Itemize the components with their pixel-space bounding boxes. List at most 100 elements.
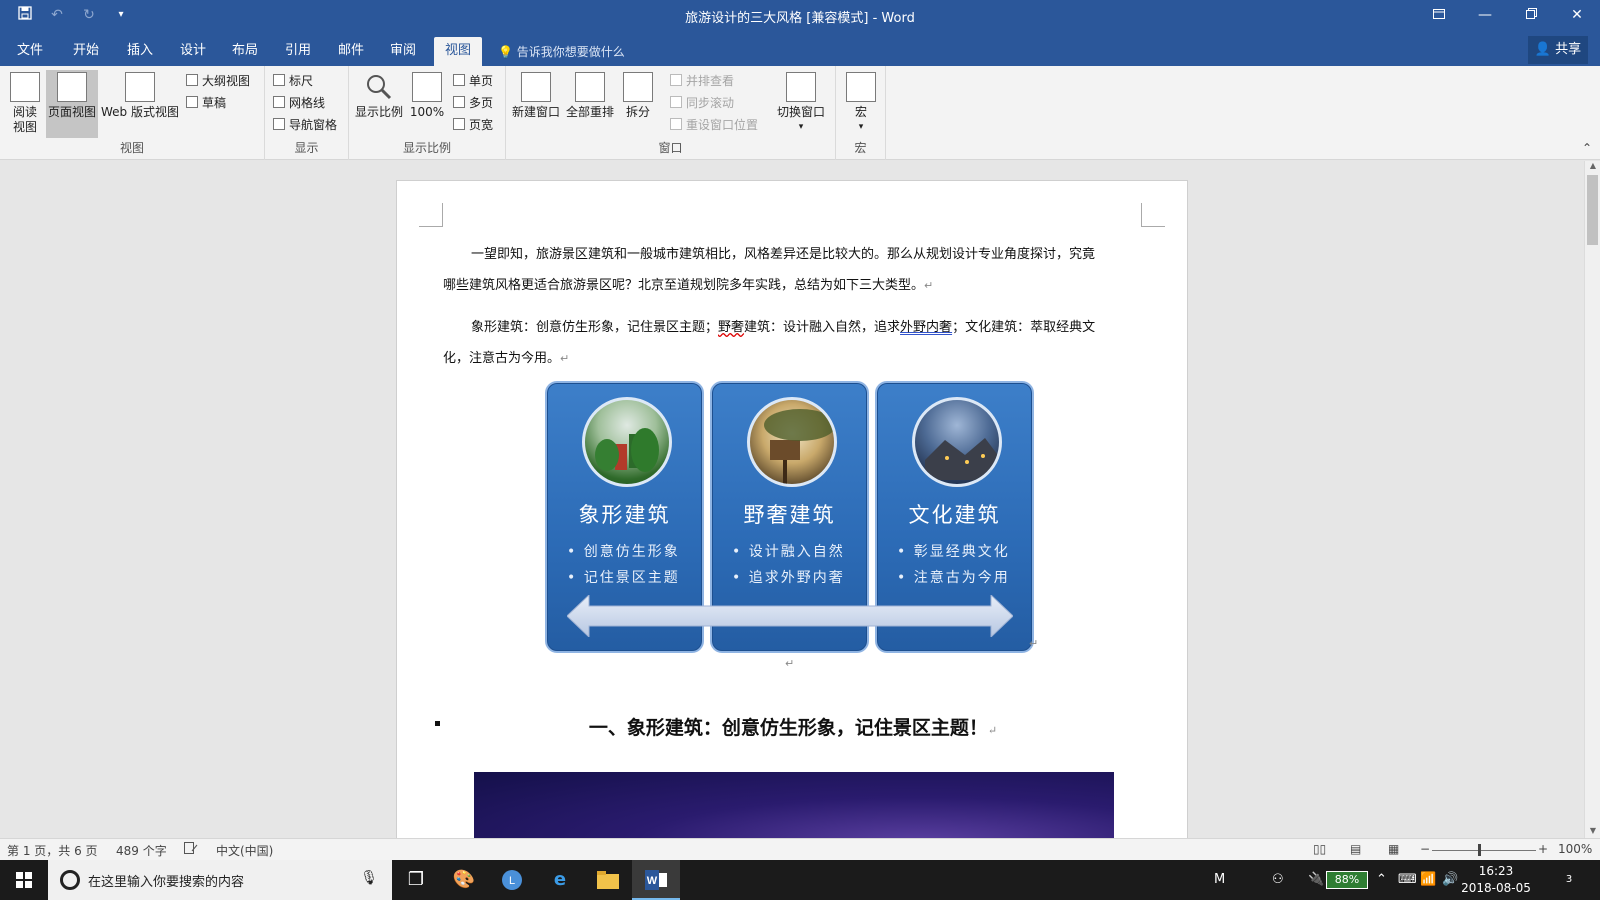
tab-references[interactable]: 引用 <box>276 37 320 66</box>
zoom-out-button[interactable]: − <box>1420 842 1430 856</box>
tab-layout[interactable]: 布局 <box>223 37 267 66</box>
outline-button[interactable]: 大纲视图 <box>186 70 250 90</box>
vertical-scrollbar[interactable]: ▲ ▼ <box>1584 161 1600 838</box>
word-app-icon[interactable]: W <box>632 860 680 900</box>
ruler-check-box <box>273 74 285 86</box>
group-macros: 宏 ▾ 宏 <box>836 66 886 160</box>
zoom-100-button[interactable]: 100% <box>407 70 447 120</box>
ruler-checkbox[interactable]: 标尺 <box>273 70 313 90</box>
chevron-up-icon[interactable]: ⌃ <box>1376 860 1387 900</box>
gridlines-label: 网格线 <box>289 95 326 110</box>
tab-mailings[interactable]: 邮件 <box>329 37 373 66</box>
taskbar-search[interactable]: 在这里输入你要搜索的内容 🎙 <box>48 860 392 900</box>
scroll-up-icon[interactable]: ▲ <box>1585 161 1600 173</box>
task-view-icon[interactable]: ❐ <box>392 860 440 900</box>
web-layout-status-icon[interactable]: ▦ <box>1388 842 1399 856</box>
windows-start-icon[interactable] <box>0 860 48 900</box>
paragraph-2-line-1: 象形建筑：创意仿生形象，记住景区主题；野奢建筑：设计融入自然，追求外野内奢；文化… <box>443 312 1143 343</box>
proofing-icon[interactable] <box>184 842 198 857</box>
tab-design[interactable]: 设计 <box>171 37 215 66</box>
tab-file[interactable]: 文件 <box>8 37 52 66</box>
group-views: 阅读 视图 页面视图 Web 版式视图 大纲视图 草稿 视图 <box>0 66 265 160</box>
scroll-down-icon[interactable]: ▼ <box>1585 826 1600 838</box>
restore-icon[interactable] <box>1508 0 1554 32</box>
paragraph-2[interactable]: 象形建筑：创意仿生形象，记住景区主题；野奢建筑：设计融入自然，追求外野内奢；文化… <box>443 312 1143 374</box>
zoom-slider-track[interactable] <box>1432 850 1536 851</box>
zoom-in-button[interactable]: + <box>1538 842 1548 856</box>
group-window: 新建窗口 全部重排 拆分 并排查看 同步滚动 重设窗口位置 切换窗口 ▾ 窗口 <box>506 66 836 160</box>
zoom-100-label: 100% <box>409 105 445 119</box>
reset-position-button[interactable]: 重设窗口位置 <box>670 114 758 134</box>
page-count[interactable]: 第 1 页，共 6 页 <box>7 842 98 859</box>
share-button[interactable]: 👤 共享 <box>1528 36 1588 64</box>
action-center-icon[interactable]: 3 <box>1556 870 1582 890</box>
ribbon-display-icon[interactable] <box>1416 0 1462 32</box>
paint-app-icon[interactable]: 🎨 <box>440 860 488 900</box>
card-1-bullet-2: • 记住景区主题 <box>567 570 680 586</box>
page-width-button[interactable]: 页宽 <box>453 114 493 134</box>
scroll-thumb[interactable] <box>1587 175 1598 245</box>
gridlines-check-box <box>273 96 285 108</box>
multi-page-label: 多页 <box>469 95 494 110</box>
people-icon[interactable]: ⚇ <box>1272 860 1284 900</box>
ribbon: 阅读 视图 页面视图 Web 版式视图 大纲视图 草稿 视图 标尺 网格线 导航… <box>0 66 1600 160</box>
tell-me-box[interactable]: 💡 告诉我你想要做什么 <box>498 43 625 60</box>
paragraph-2-line-2-text: 化，注意古为今用。 <box>443 351 561 366</box>
file-explorer-icon[interactable] <box>584 860 632 900</box>
battery-indicator[interactable]: 88% <box>1326 871 1368 889</box>
web-layout-button[interactable]: Web 版式视图 <box>100 70 180 120</box>
arrange-all-label: 全部重排 <box>565 105 614 119</box>
status-bar: 第 1 页，共 6 页 489 个字 中文(中国) ▯▯ ▤ ▦ − + 100… <box>0 838 1600 860</box>
print-layout-label: 页面视图 <box>47 105 96 119</box>
collapse-ribbon-icon[interactable]: ⌃ <box>1582 141 1592 155</box>
split-button[interactable]: 拆分 <box>618 70 658 120</box>
reset-position-icon <box>670 118 682 130</box>
app-l-icon[interactable]: L <box>488 860 536 900</box>
p2-part-d: 外野内奢 <box>900 320 953 335</box>
gridlines-checkbox[interactable]: 网格线 <box>273 92 325 112</box>
print-layout-status-icon[interactable]: ▤ <box>1350 842 1361 856</box>
edge-browser-icon[interactable]: e <box>536 860 584 900</box>
switch-windows-button[interactable]: 切换窗口 ▾ <box>772 70 830 135</box>
system-clock[interactable]: 16:23 2018-08-05 <box>1452 863 1540 897</box>
card-1-photo <box>582 397 672 487</box>
document-image[interactable] <box>474 772 1114 842</box>
nav-pane-checkbox[interactable]: 导航窗格 <box>273 114 337 134</box>
wifi-icon[interactable]: 📶 <box>1420 860 1436 900</box>
multi-page-button[interactable]: 多页 <box>453 92 493 112</box>
word-count[interactable]: 489 个字 <box>116 842 167 859</box>
side-by-side-button[interactable]: 并排查看 <box>670 70 734 90</box>
sync-scroll-button[interactable]: 同步滚动 <box>670 92 734 112</box>
ime-mode[interactable]: M <box>1214 860 1225 900</box>
arrange-all-button[interactable]: 全部重排 <box>564 70 616 120</box>
macros-button[interactable]: 宏 ▾ <box>842 70 880 135</box>
paragraph-mark: ↵ <box>1029 637 1039 650</box>
three-styles-diagram[interactable]: 象形建筑 • 创意仿生形象 • 记住景区主题 野奢建筑 • 设计融入自然 • 追… <box>545 381 1035 653</box>
arrange-all-icon <box>575 72 605 102</box>
one-page-button[interactable]: 单页 <box>453 70 493 90</box>
power-plug-icon[interactable]: 🔌 <box>1308 860 1324 900</box>
magnifier-icon <box>364 72 394 102</box>
keyboard-icon[interactable]: ⌨ <box>1398 860 1417 900</box>
print-layout-button[interactable]: 页面视图 <box>46 70 98 138</box>
new-window-button[interactable]: 新建窗口 <box>510 70 562 120</box>
paragraph-1[interactable]: 一望即知，旅游景区建筑和一般城市建筑相比，风格差异还是比较大的。那么从规划设计专… <box>443 239 1143 301</box>
read-mode-button[interactable]: 阅读 视图 <box>6 70 44 135</box>
close-icon[interactable]: ✕ <box>1554 0 1600 32</box>
minimize-icon[interactable]: — <box>1462 0 1508 32</box>
tab-insert[interactable]: 插入 <box>118 37 162 66</box>
group-views-label: 视图 <box>119 141 144 155</box>
zoom-button[interactable]: 显示比例 <box>353 70 405 120</box>
section-heading[interactable]: 一、象形建筑：创意仿生形象，记住景区主题！↵ <box>397 713 1189 740</box>
tab-view[interactable]: 视图 <box>434 37 482 66</box>
tab-home[interactable]: 开始 <box>64 37 108 66</box>
tab-review[interactable]: 审阅 <box>381 37 425 66</box>
read-mode-status-icon[interactable]: ▯▯ <box>1313 842 1326 856</box>
microphone-icon[interactable]: 🎙 <box>360 870 378 886</box>
language-indicator[interactable]: 中文(中国) <box>216 842 273 859</box>
document-page[interactable]: 一望即知，旅游景区建筑和一般城市建筑相比，风格差异还是比较大的。那么从规划设计专… <box>396 180 1188 860</box>
zoom-slider-thumb[interactable] <box>1478 844 1481 856</box>
zoom-level[interactable]: 100% <box>1558 842 1592 856</box>
person-icon: 👤 <box>1534 42 1552 57</box>
draft-button[interactable]: 草稿 <box>186 92 226 112</box>
